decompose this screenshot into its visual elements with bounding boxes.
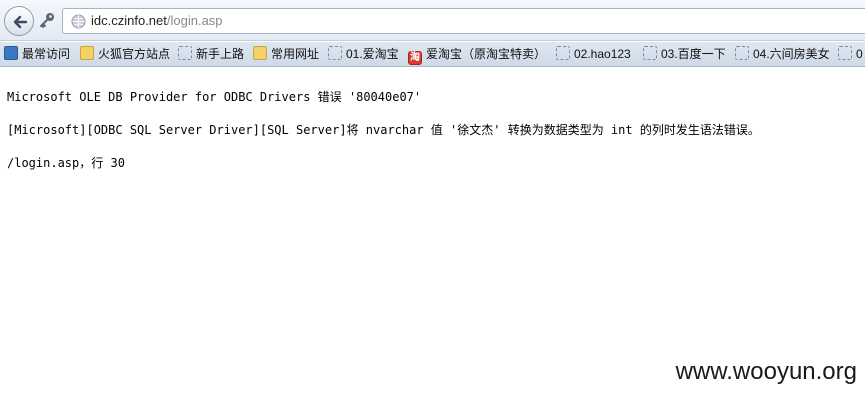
- folder-icon: [253, 46, 267, 60]
- bookmark-hao123[interactable]: 02.hao123: [556, 46, 631, 63]
- bookmark-getting-started[interactable]: 新手上路: [178, 46, 244, 63]
- bookmark-label: 01.爱淘宝: [346, 47, 399, 61]
- bookmarks-toolbar: 最常访问 火狐官方站点 新手上路 常用网址 01.爱淘宝 淘爱淘宝（原淘宝特卖）…: [0, 42, 865, 67]
- bookmark-6rooms[interactable]: 04.六间房美女: [735, 46, 830, 63]
- most-visited-icon: [4, 46, 18, 60]
- bookmark-label: 火狐官方站点: [98, 47, 171, 61]
- bookmark-label: 最常访问: [22, 47, 71, 61]
- bookmark-baidu[interactable]: 03.百度一下: [643, 46, 726, 63]
- url-text[interactable]: idc.czinfo.net/login.asp: [91, 13, 223, 28]
- globe-icon: [71, 14, 86, 29]
- bookmark-label: 0: [856, 47, 863, 61]
- url-bar[interactable]: idc.czinfo.net/login.asp: [62, 8, 865, 34]
- bookmark-most-visited[interactable]: 最常访问: [4, 46, 70, 63]
- bookmark-folder-firefox[interactable]: 火狐官方站点: [80, 46, 170, 63]
- key-icon[interactable]: [38, 11, 56, 29]
- bookmark-taobao-sale[interactable]: 淘爱淘宝（原淘宝特卖）: [408, 46, 547, 65]
- back-button[interactable]: [4, 6, 34, 36]
- bookmark-truncated[interactable]: 0: [838, 46, 863, 63]
- bookmark-label: 02.hao123: [574, 47, 631, 61]
- page-icon: [178, 46, 192, 60]
- page-icon: [328, 46, 342, 60]
- bookmark-label: 04.六间房美女: [753, 47, 830, 61]
- page-icon: [556, 46, 570, 60]
- bookmark-label: 03.百度一下: [661, 47, 726, 61]
- bookmark-label: 爱淘宝（原淘宝特卖）: [426, 47, 547, 61]
- error-message: [Microsoft][ODBC SQL Server Driver][SQL …: [7, 123, 760, 137]
- url-path: /login.asp: [166, 13, 223, 28]
- bookmark-label: 新手上路: [196, 47, 245, 61]
- page-icon: [643, 46, 657, 60]
- navigation-bar: idc.czinfo.net/login.asp: [0, 0, 865, 41]
- taobao-icon: 淘: [408, 51, 422, 65]
- bookmark-label: 常用网址: [271, 47, 320, 61]
- page-icon: [838, 46, 852, 60]
- watermark: www.wooyun.org: [675, 358, 857, 385]
- page-icon: [735, 46, 749, 60]
- error-title: Microsoft OLE DB Provider for ODBC Drive…: [7, 90, 422, 104]
- bookmark-aitaobao[interactable]: 01.爱淘宝: [328, 46, 399, 63]
- folder-icon: [80, 46, 94, 60]
- back-arrow-icon: [13, 15, 28, 29]
- url-host: idc.czinfo.net: [91, 13, 167, 28]
- bookmark-folder-common[interactable]: 常用网址: [253, 46, 319, 63]
- error-location: /login.asp，行 30: [7, 156, 125, 170]
